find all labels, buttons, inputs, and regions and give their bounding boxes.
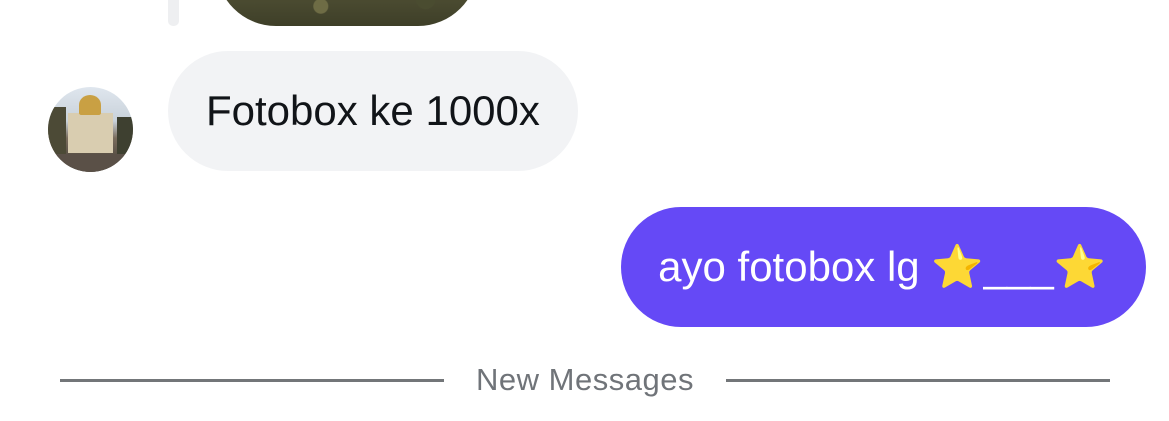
divider-line-left (60, 378, 445, 382)
new-messages-label: New Messages (476, 362, 694, 397)
outgoing-message-text: ayo fotobox lg ⭐___⭐ (658, 242, 1106, 290)
avatar-photo-detail (68, 113, 113, 153)
divider-line-right (725, 378, 1111, 382)
avatar[interactable] (48, 87, 133, 172)
thread-connector-line (168, 0, 179, 26)
avatar-photo-detail (48, 154, 133, 172)
outgoing-message-bubble[interactable]: ayo fotobox lg ⭐___⭐ (621, 207, 1146, 327)
new-messages-divider: New Messages (60, 352, 1111, 408)
incoming-message-bubble[interactable]: Fotobox ke 1000x (168, 51, 578, 171)
previous-message-photo[interactable] (216, 0, 478, 26)
avatar-photo-detail (79, 95, 101, 115)
incoming-message-text: Fotobox ke 1000x (206, 87, 540, 134)
